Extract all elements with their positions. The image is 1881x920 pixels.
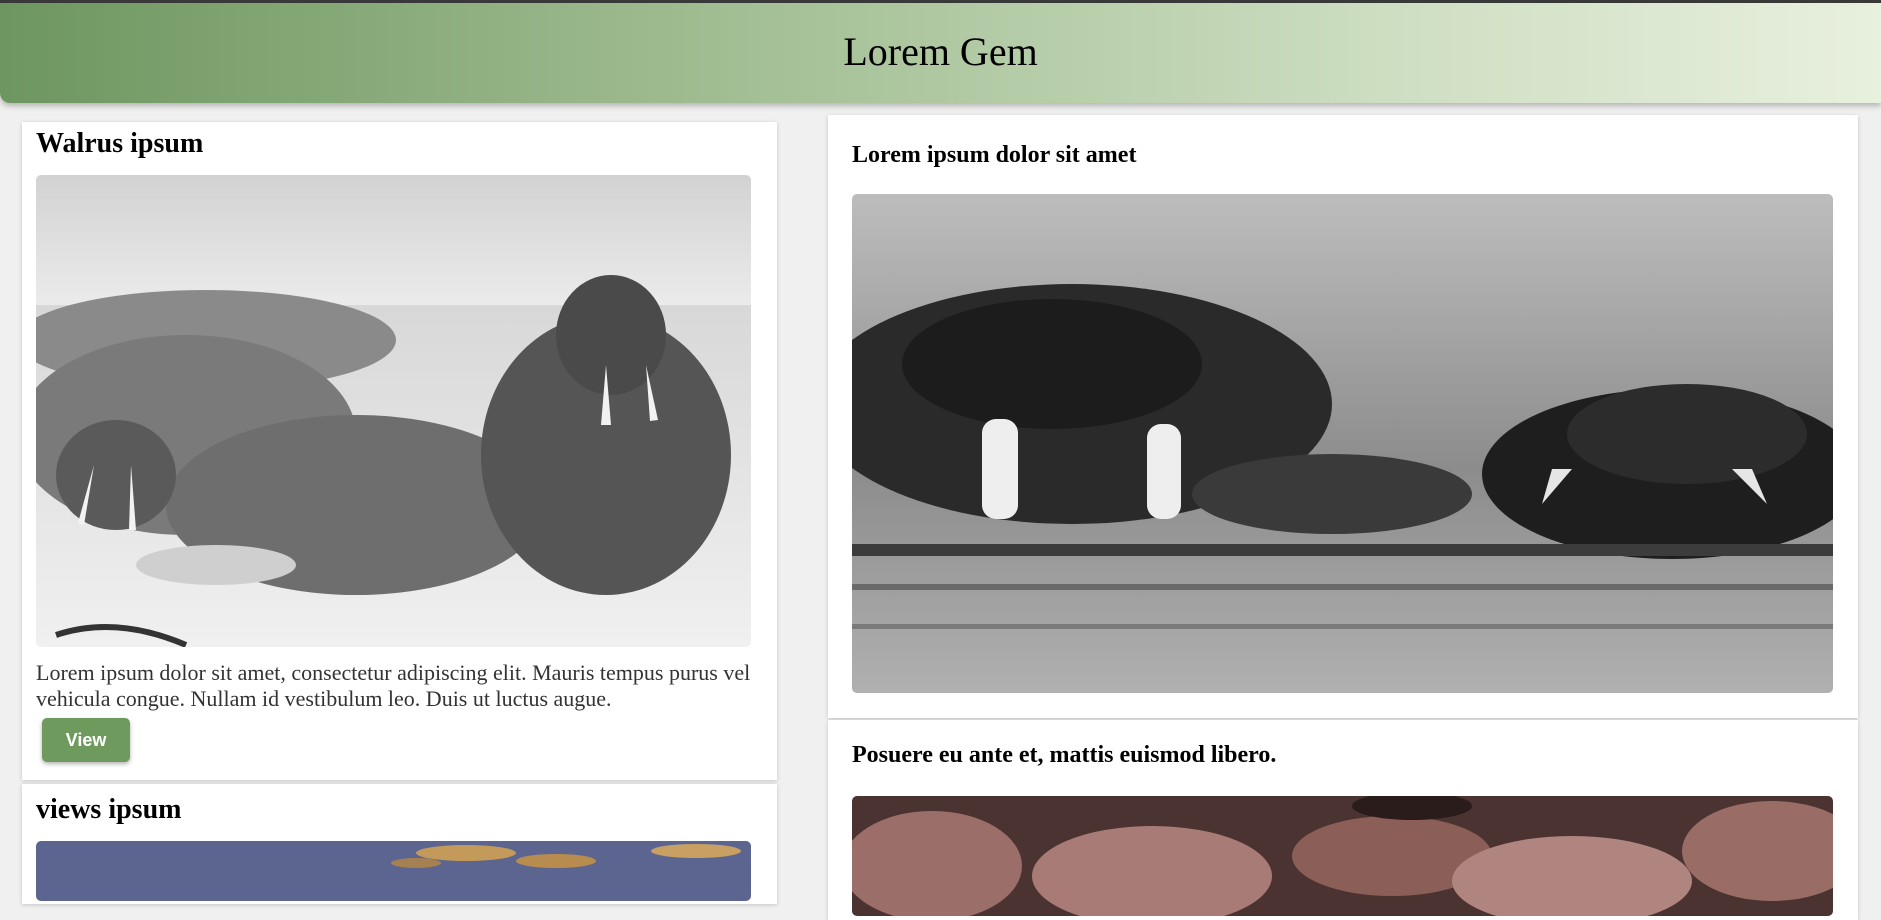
walrus-card: Walrus ipsum Lorem ipsum dolor sit amet,… [22,122,777,780]
walrus-card-title: Walrus ipsum [36,128,204,159]
posuere-card-title: Posuere eu ante et, mattis euismod liber… [852,742,1277,768]
site-header: Lorem Gem [0,3,1881,103]
site-title: Lorem Gem [843,28,1038,74]
walrus-group-photo [36,175,751,647]
lorem-card: Lorem ipsum dolor sit amet [828,115,1858,718]
sky-clouds-photo [36,841,751,901]
walruses-swimming-photo [852,194,1833,693]
view-button[interactable]: View [42,718,130,762]
views-card: views ipsum [22,784,777,904]
views-card-title: views ipsum [36,794,182,825]
lorem-card-title: Lorem ipsum dolor sit amet [852,142,1137,168]
walrus-card-description: Lorem ipsum dolor sit amet, consectetur … [36,660,751,711]
walrus-herd-closeup-photo [852,796,1833,916]
posuere-card: Posuere eu ante et, mattis euismod liber… [828,720,1858,920]
